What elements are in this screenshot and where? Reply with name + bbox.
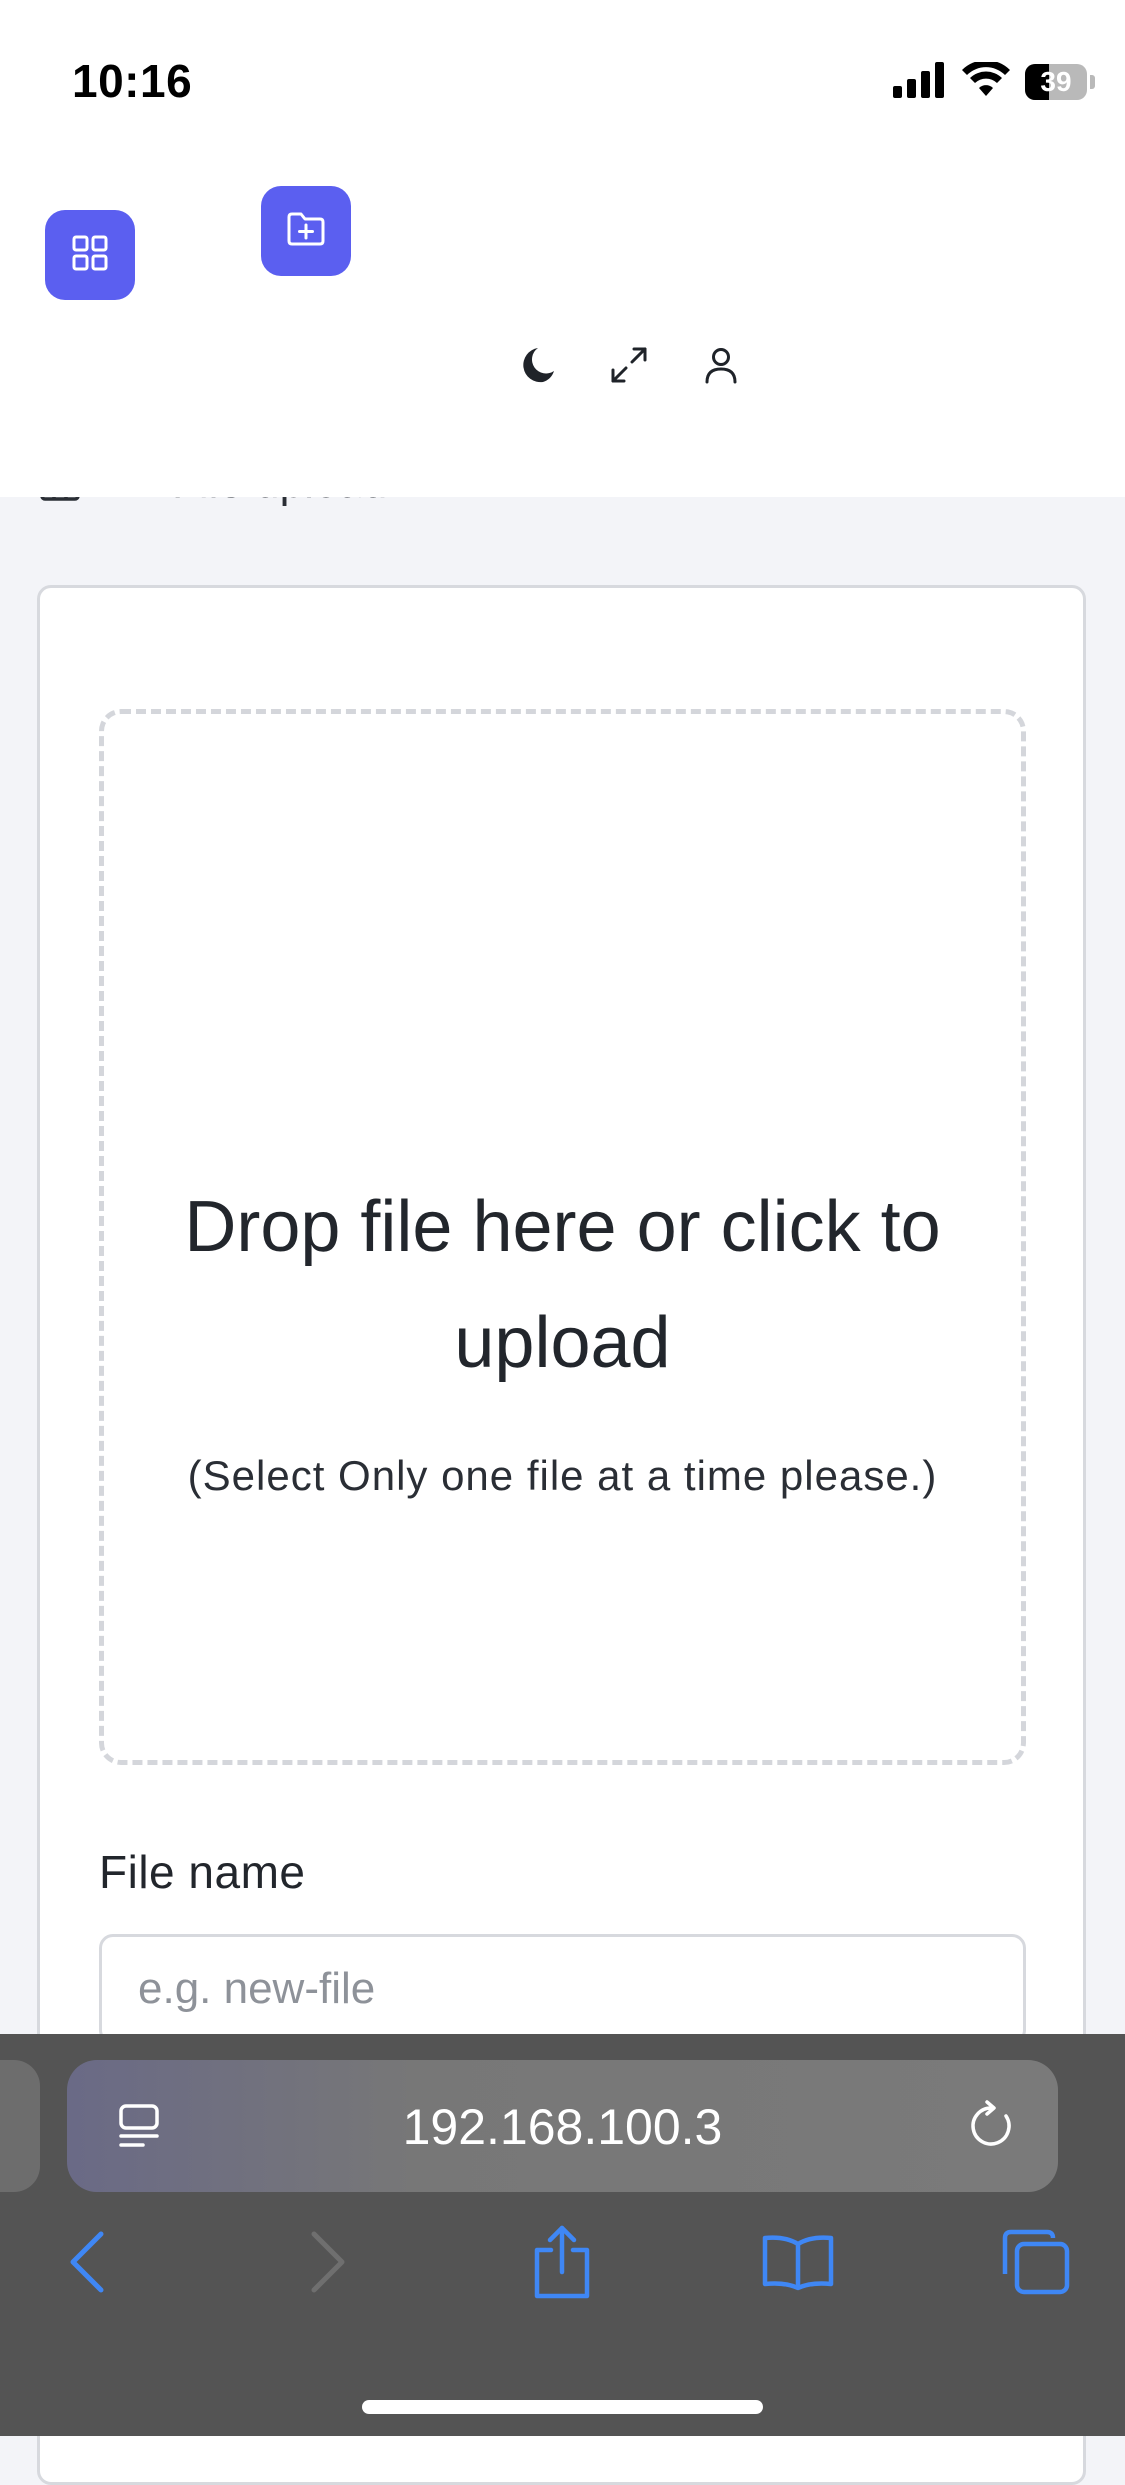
url-text: 192.168.100.3 xyxy=(402,2099,723,2155)
wifi-icon xyxy=(961,59,1011,103)
status-time: 10:16 xyxy=(72,55,193,107)
forward-button[interactable] xyxy=(283,2214,373,2314)
share-icon xyxy=(531,2224,593,2305)
folder-plus-icon xyxy=(285,209,327,254)
expand-icon xyxy=(609,345,649,390)
browser-nav-row xyxy=(0,2214,1125,2314)
tabs-button[interactable] xyxy=(990,2214,1080,2314)
file-dropzone[interactable]: Drop file here or click to upload (Selec… xyxy=(99,709,1026,1765)
dropzone-subtitle: (Select Only one file at a time please.) xyxy=(187,1452,938,1499)
header-tools xyxy=(515,345,743,389)
bookmarks-button[interactable] xyxy=(753,2214,843,2314)
dashboard-grid-button[interactable] xyxy=(45,210,135,300)
battery-icon: 39 xyxy=(1025,64,1095,100)
bookmarks-icon xyxy=(761,2232,835,2297)
reload-icon[interactable] xyxy=(966,2100,1018,2152)
back-button[interactable] xyxy=(42,2214,132,2314)
user-icon xyxy=(701,345,741,390)
user-menu-button[interactable] xyxy=(699,345,743,389)
share-button[interactable] xyxy=(517,2214,607,2314)
grid-icon xyxy=(70,233,110,278)
address-bar[interactable]: 192.168.100.3 xyxy=(67,2060,1058,2192)
file-name-label: File name xyxy=(99,1846,306,1898)
battery-percent: 39 xyxy=(1040,66,1072,97)
app-header: 10:16 39 xyxy=(0,0,1125,497)
dropzone-title: Drop file here or click to upload xyxy=(184,1187,941,1383)
tabs-icon xyxy=(999,2228,1071,2301)
theme-toggle-button[interactable] xyxy=(515,345,559,389)
forward-icon xyxy=(308,2230,348,2299)
file-name-input[interactable] xyxy=(99,1934,1026,2044)
browser-toolbar: 192.168.100.3 xyxy=(0,2034,1125,2436)
cellular-signal-icon xyxy=(893,61,947,103)
moon-icon xyxy=(517,345,557,390)
back-icon xyxy=(67,2230,107,2299)
status-indicators: 39 xyxy=(893,59,1095,103)
previous-tab-edge[interactable] xyxy=(0,2060,40,2192)
home-indicator[interactable] xyxy=(362,2400,763,2414)
new-folder-button[interactable] xyxy=(261,186,351,276)
fullscreen-button[interactable] xyxy=(607,345,651,389)
